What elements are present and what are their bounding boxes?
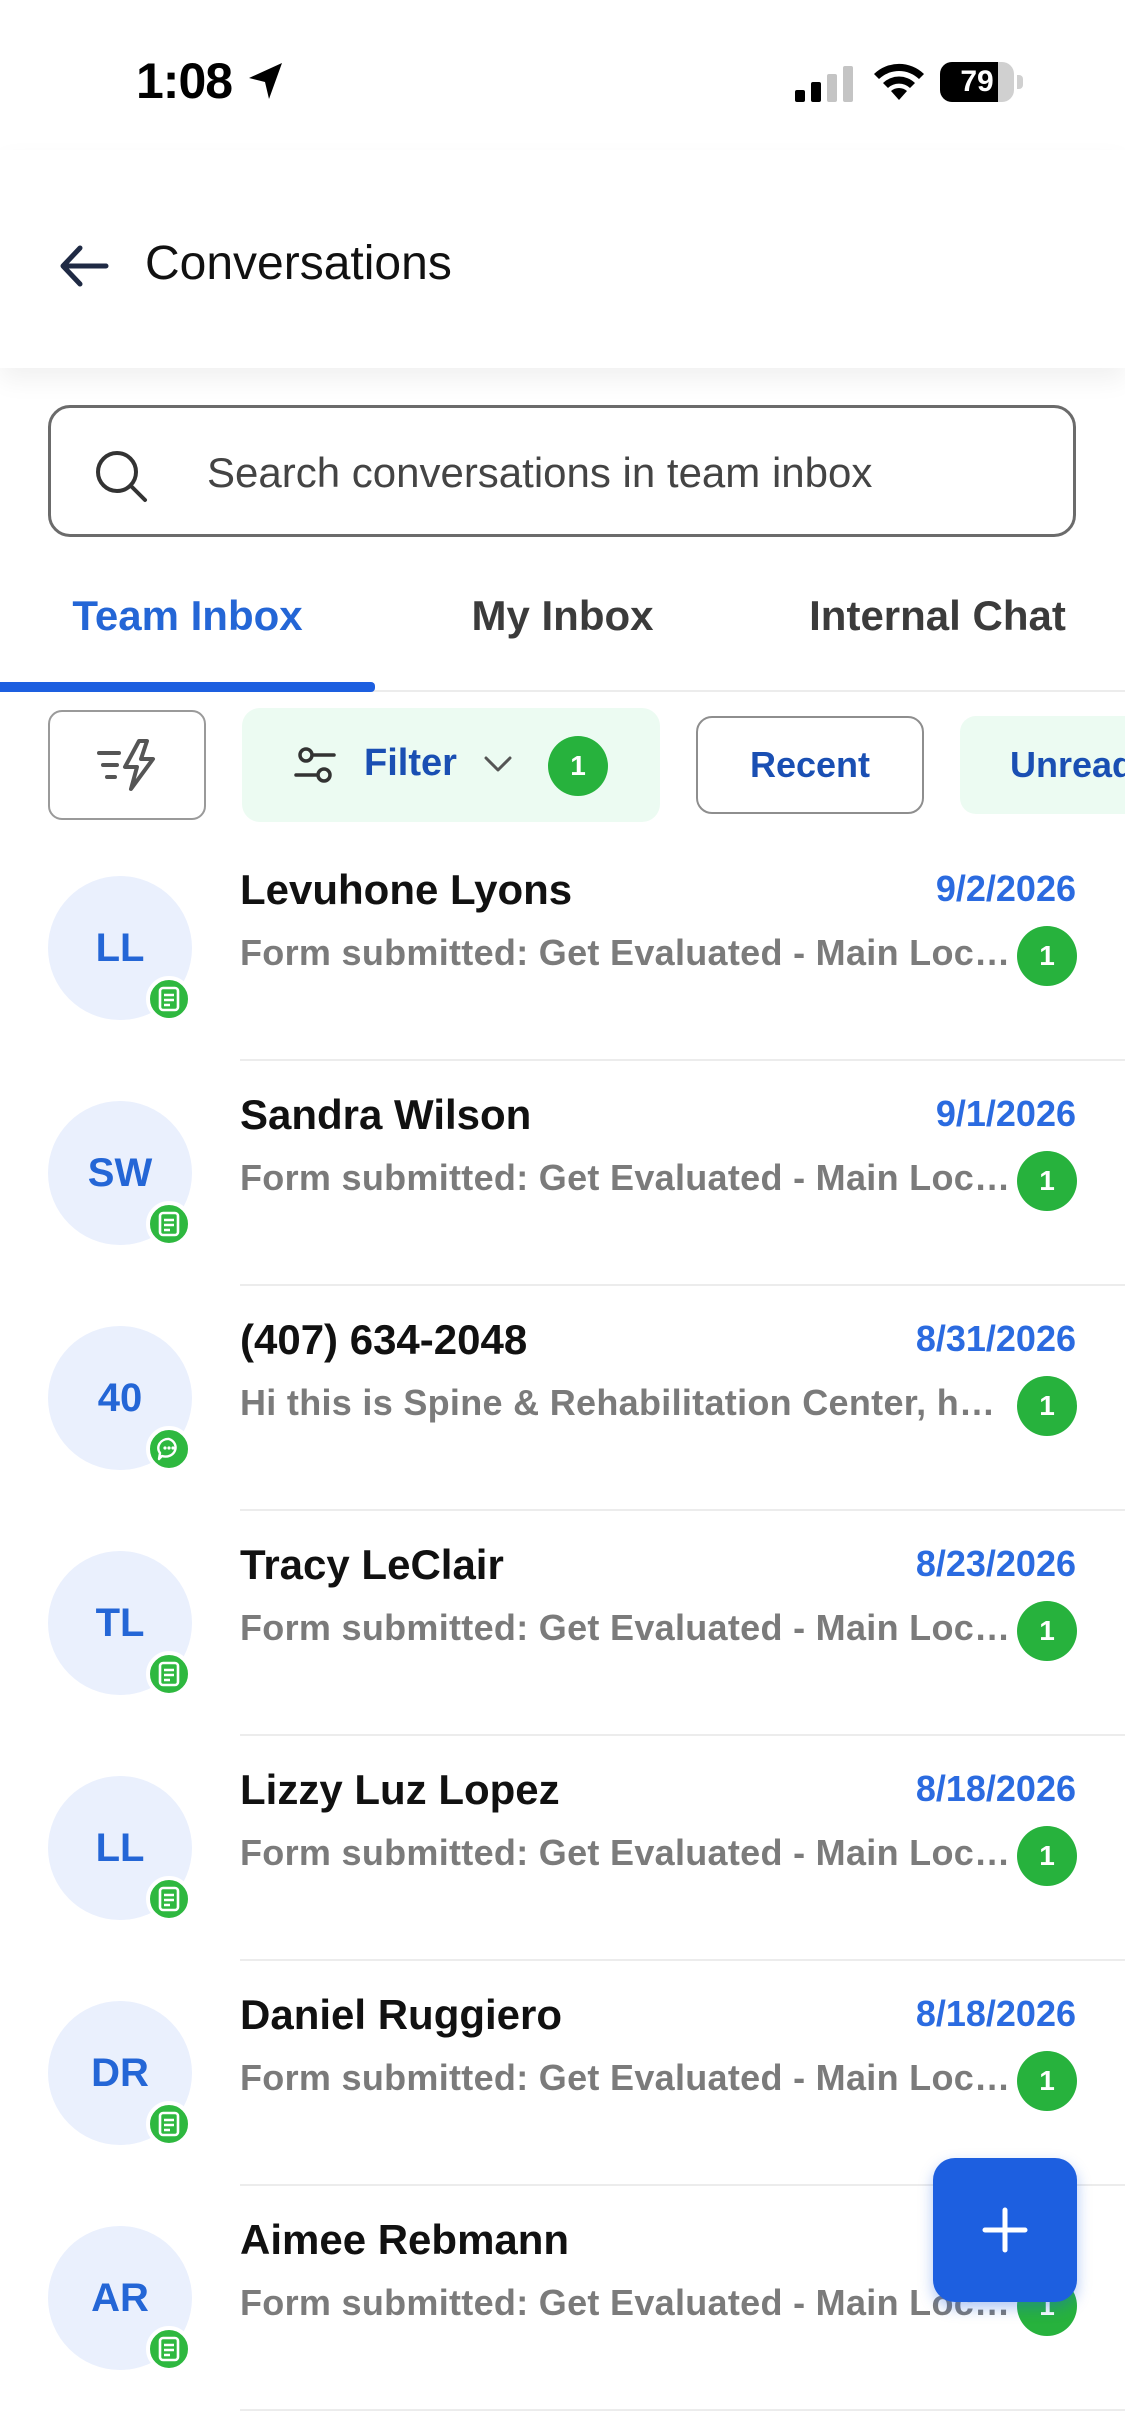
tab-team-inbox[interactable]: Team Inbox — [0, 570, 375, 692]
form-icon — [158, 1661, 180, 1687]
search-input[interactable] — [207, 438, 1047, 508]
conversation-row[interactable]: DR Daniel Ruggiero 8/18/2026 Form submit… — [0, 1961, 1125, 2186]
status-time: 1:08 — [136, 53, 233, 109]
form-icon — [158, 2111, 180, 2137]
unread-count-badge: 1 — [1017, 1151, 1077, 1211]
form-icon — [158, 1211, 180, 1237]
quick-action-button[interactable] — [48, 710, 206, 820]
page-title: Conversations — [145, 237, 452, 290]
channel-badge — [146, 1876, 192, 1922]
location-arrow-icon — [249, 63, 282, 99]
conversation-date: 8/31/2026 — [915, 1318, 1076, 1359]
contact-name: Lizzy Luz Lopez — [240, 1766, 560, 1813]
chat-bubble-icon — [157, 1437, 177, 1461]
unread-filter-button[interactable]: Unread — [960, 716, 1125, 814]
conversation-date: 8/18/2026 — [915, 1768, 1076, 1809]
contact-name: Tracy LeClair — [240, 1541, 504, 1588]
conversation-row[interactable]: LL Levuhone Lyons 9/2/2026 Form submitte… — [0, 836, 1125, 1061]
arrow-left-icon — [60, 245, 109, 287]
filter-chips-row: Filter 1 Recent Unread — [0, 708, 1125, 824]
message-preview: Form submitted: Get Evaluated - Main Loc… — [240, 1607, 1012, 1648]
cellular-signal-icon — [795, 66, 853, 102]
battery-cap — [1017, 75, 1023, 89]
conversation-date: 9/1/2026 — [935, 1093, 1076, 1134]
battery-body: 79 — [940, 62, 1014, 102]
search-box[interactable] — [48, 405, 1076, 537]
sliders-icon — [294, 747, 336, 783]
conversation-row[interactable]: LL Lizzy Luz Lopez 8/18/2026 Form submit… — [0, 1736, 1125, 1961]
form-icon — [158, 2336, 180, 2362]
channel-badge — [146, 976, 192, 1022]
active-tab-indicator — [0, 682, 375, 692]
filter-label: Filter — [364, 742, 457, 784]
inbox-tabs: Team Inbox My Inbox Internal Chat — [0, 570, 1125, 692]
lightning-filter-icon — [97, 739, 155, 791]
plus-icon — [982, 2207, 1028, 2253]
app-header: Conversations — [0, 150, 1125, 368]
tab-internal-chat[interactable]: Internal Chat — [750, 570, 1125, 692]
contact-name: Daniel Ruggiero — [240, 1991, 563, 2038]
form-icon — [158, 986, 180, 1012]
contact-name: (407) 634-2048 — [240, 1316, 528, 1363]
conversation-row[interactable]: SW Sandra Wilson 9/1/2026 Form submitted… — [0, 1061, 1125, 1286]
channel-badge — [146, 1201, 192, 1247]
channel-badge — [146, 2101, 192, 2147]
unread-count-badge: 1 — [1017, 1376, 1077, 1436]
row-divider — [240, 2409, 1125, 2411]
channel-badge — [146, 2326, 192, 2372]
chevron-down-icon — [484, 756, 512, 772]
new-conversation-button[interactable] — [933, 2158, 1077, 2302]
filter-count-badge: 1 — [548, 736, 608, 796]
unread-count-badge: 1 — [1017, 926, 1077, 986]
message-preview: Form submitted: Get Evaluated - Main Loc… — [240, 2057, 1012, 2098]
unread-count-badge: 1 — [1017, 2051, 1077, 2111]
form-icon — [158, 1886, 180, 1912]
message-preview: Form submitted: Get Evaluated - Main Loc… — [240, 2282, 1012, 2323]
filter-button[interactable]: Filter 1 — [242, 708, 660, 822]
message-preview: Form submitted: Get Evaluated - Main Loc… — [240, 1832, 1012, 1873]
contact-name: Aimee Rebmann — [240, 2216, 570, 2263]
conversation-date: 9/2/2026 — [935, 868, 1076, 909]
search-icon — [96, 451, 147, 502]
conversation-date: 8/18/2026 — [915, 1993, 1076, 2034]
channel-badge — [146, 1426, 192, 1472]
back-button[interactable] — [50, 232, 118, 300]
status-bar: 1:08 79 — [0, 0, 1125, 150]
message-preview: Hi this is Spine & Rehabilitation Center… — [240, 1382, 1012, 1423]
message-preview: Form submitted: Get Evaluated - Main Loc… — [240, 932, 1012, 973]
channel-badge — [146, 1651, 192, 1697]
unread-count-badge: 1 — [1017, 1826, 1077, 1886]
battery-indicator: 79 — [940, 62, 1023, 102]
conversation-row[interactable]: 40 (407) 634-2048 8/31/2026 Hi this is S… — [0, 1286, 1125, 1511]
recent-sort-button[interactable]: Recent — [696, 716, 924, 814]
conversation-date: 8/23/2026 — [915, 1543, 1076, 1584]
battery-level: 79 — [960, 65, 994, 98]
conversation-row[interactable]: TL Tracy LeClair 8/23/2026 Form submitte… — [0, 1511, 1125, 1736]
message-preview: Form submitted: Get Evaluated - Main Loc… — [240, 1157, 1012, 1198]
unread-count-badge: 1 — [1017, 1601, 1077, 1661]
contact-name: Sandra Wilson — [240, 1091, 532, 1138]
tab-my-inbox[interactable]: My Inbox — [375, 570, 750, 692]
wifi-icon — [874, 63, 924, 100]
contact-name: Levuhone Lyons — [240, 866, 573, 913]
